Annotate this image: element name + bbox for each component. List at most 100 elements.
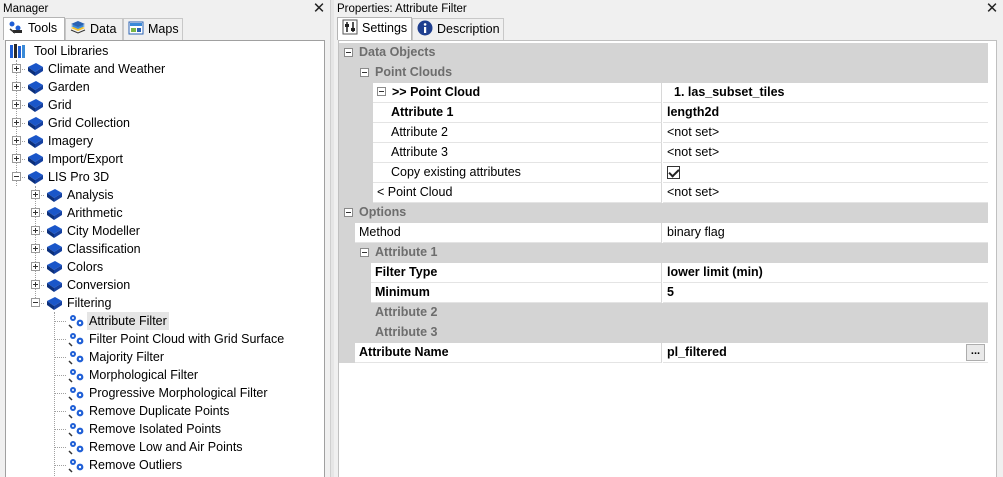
expand-icon[interactable] (12, 82, 21, 91)
properties-panel: Properties: Attribute Filter ✕ Settings … (334, 0, 1003, 477)
tree-item-label: Remove Low and Air Points (89, 440, 243, 454)
tree-connector (54, 411, 66, 412)
row-output-point-cloud[interactable]: < Point Cloud <not set> (339, 183, 989, 203)
collapse-icon[interactable] (344, 48, 353, 57)
book-icon (45, 187, 63, 203)
tree-item-label: Analysis (67, 188, 114, 202)
book-icon (26, 61, 44, 77)
copy-attributes-checkbox[interactable] (667, 166, 680, 179)
row-name: Attribute 2 (391, 125, 448, 139)
settings-icon (342, 19, 358, 35)
collapse-icon[interactable] (31, 298, 40, 307)
expand-icon[interactable] (31, 190, 40, 199)
row-name: Attribute 3 (391, 145, 448, 159)
attribute-3-value[interactable]: <not set> (663, 143, 989, 163)
book-icon (26, 133, 44, 149)
browse-button[interactable]: ... (966, 344, 985, 361)
row-name: Minimum (375, 285, 430, 299)
tool-icon (68, 313, 86, 329)
collapse-icon[interactable] (360, 68, 369, 77)
filter-type-value[interactable]: lower limit (min) (663, 263, 989, 283)
tree-item-label: City Modeller (67, 224, 140, 238)
row-name: Filter Type (375, 265, 438, 279)
row-method[interactable]: Method binary flag (339, 223, 989, 243)
minimum-value[interactable]: 5 (663, 283, 989, 303)
collapse-icon[interactable] (377, 87, 386, 96)
book-icon (45, 259, 63, 275)
tree-item-label: LIS Pro 3D (48, 170, 110, 184)
expand-icon[interactable] (31, 208, 40, 217)
category-point-clouds[interactable]: Point Clouds (339, 63, 989, 83)
expand-icon[interactable] (12, 118, 21, 127)
properties-tabs: Settings Description (334, 17, 1003, 40)
row-attribute-name[interactable]: Attribute Name pl_filtered ... (339, 343, 989, 363)
tool-icon (68, 385, 86, 401)
row-copy-existing-attributes[interactable]: Copy existing attributes (339, 163, 989, 183)
expand-icon[interactable] (31, 280, 40, 289)
tree-connector (54, 357, 66, 358)
expand-icon[interactable] (12, 154, 21, 163)
attribute-name-text: pl_filtered (667, 345, 727, 359)
tab-description[interactable]: Description (412, 18, 504, 40)
expand-icon[interactable] (12, 136, 21, 145)
tool-icon (68, 439, 86, 455)
property-grid: Data Objects Point Clouds >> Point Cloud… (338, 40, 997, 477)
manager-titlebar: Manager ✕ (0, 0, 330, 18)
tree-item-label: Remove Outliers (89, 458, 183, 472)
row-input-point-cloud[interactable]: >> Point Cloud 1. las_subset_tiles (339, 83, 989, 103)
tab-data[interactable]: Data (65, 18, 123, 40)
output-point-cloud-value[interactable]: <not set> (663, 183, 989, 203)
category-label: Options (359, 205, 407, 219)
tree-connector (54, 429, 66, 430)
tree-item-label: Import/Export (48, 152, 124, 166)
tree-item-label: Classification (67, 242, 141, 256)
book-icon (45, 277, 63, 293)
category-label: Point Clouds (375, 65, 453, 79)
tree-item-label: Grid Collection (48, 116, 130, 130)
tab-maps[interactable]: Maps (123, 18, 183, 40)
category-attribute-2[interactable]: Attribute 2 (339, 303, 989, 323)
row-attribute-1[interactable]: Attribute 1 length2d (339, 103, 989, 123)
attribute-name-value[interactable]: pl_filtered ... (663, 343, 989, 363)
tree-item-label: Conversion (67, 278, 131, 292)
tool-icon (68, 457, 86, 473)
book-icon (45, 295, 63, 311)
expand-icon[interactable] (12, 64, 21, 73)
tree-item-label: Filtering (67, 296, 112, 310)
properties-close-icon[interactable]: ✕ (985, 0, 999, 18)
collapse-icon[interactable] (344, 208, 353, 217)
expand-icon[interactable] (12, 100, 21, 109)
tree-connector (54, 375, 66, 376)
manager-close-icon[interactable]: ✕ (312, 0, 326, 18)
row-filter-type[interactable]: Filter Type lower limit (min) (339, 263, 989, 283)
row-minimum[interactable]: Minimum 5 (339, 283, 989, 303)
category-label: Attribute 2 (375, 305, 438, 319)
tool-icon (68, 349, 86, 365)
tree-item-label: Progressive Morphological Filter (89, 386, 268, 400)
tab-settings[interactable]: Settings (337, 17, 412, 40)
attribute-2-value[interactable]: <not set> (663, 123, 989, 143)
expand-icon[interactable] (31, 262, 40, 271)
row-name: Attribute Name (359, 345, 449, 359)
tree-connector (54, 393, 66, 394)
collapse-icon[interactable] (360, 248, 369, 257)
category-options[interactable]: Options (339, 203, 989, 223)
book-icon (45, 205, 63, 221)
tree-connector (54, 312, 55, 477)
vertical-scrollbar[interactable] (988, 41, 996, 477)
expand-icon[interactable] (31, 226, 40, 235)
category-attribute-3[interactable]: Attribute 3 (339, 323, 989, 343)
category-attribute-1[interactable]: Attribute 1 (339, 243, 989, 263)
book-icon (26, 97, 44, 113)
expand-icon[interactable] (31, 244, 40, 253)
row-attribute-3[interactable]: Attribute 3 <not set> (339, 143, 989, 163)
tool-icon (68, 331, 86, 347)
method-value[interactable]: binary flag (663, 223, 989, 243)
input-point-cloud-value[interactable]: 1. las_subset_tiles (663, 83, 989, 103)
tab-settings-label: Settings (362, 21, 408, 35)
tab-tools[interactable]: Tools (3, 17, 65, 40)
collapse-icon[interactable] (12, 172, 21, 181)
category-data-objects[interactable]: Data Objects (339, 43, 989, 63)
attribute-1-value[interactable]: length2d (663, 103, 989, 123)
row-attribute-2[interactable]: Attribute 2 <not set> (339, 123, 989, 143)
